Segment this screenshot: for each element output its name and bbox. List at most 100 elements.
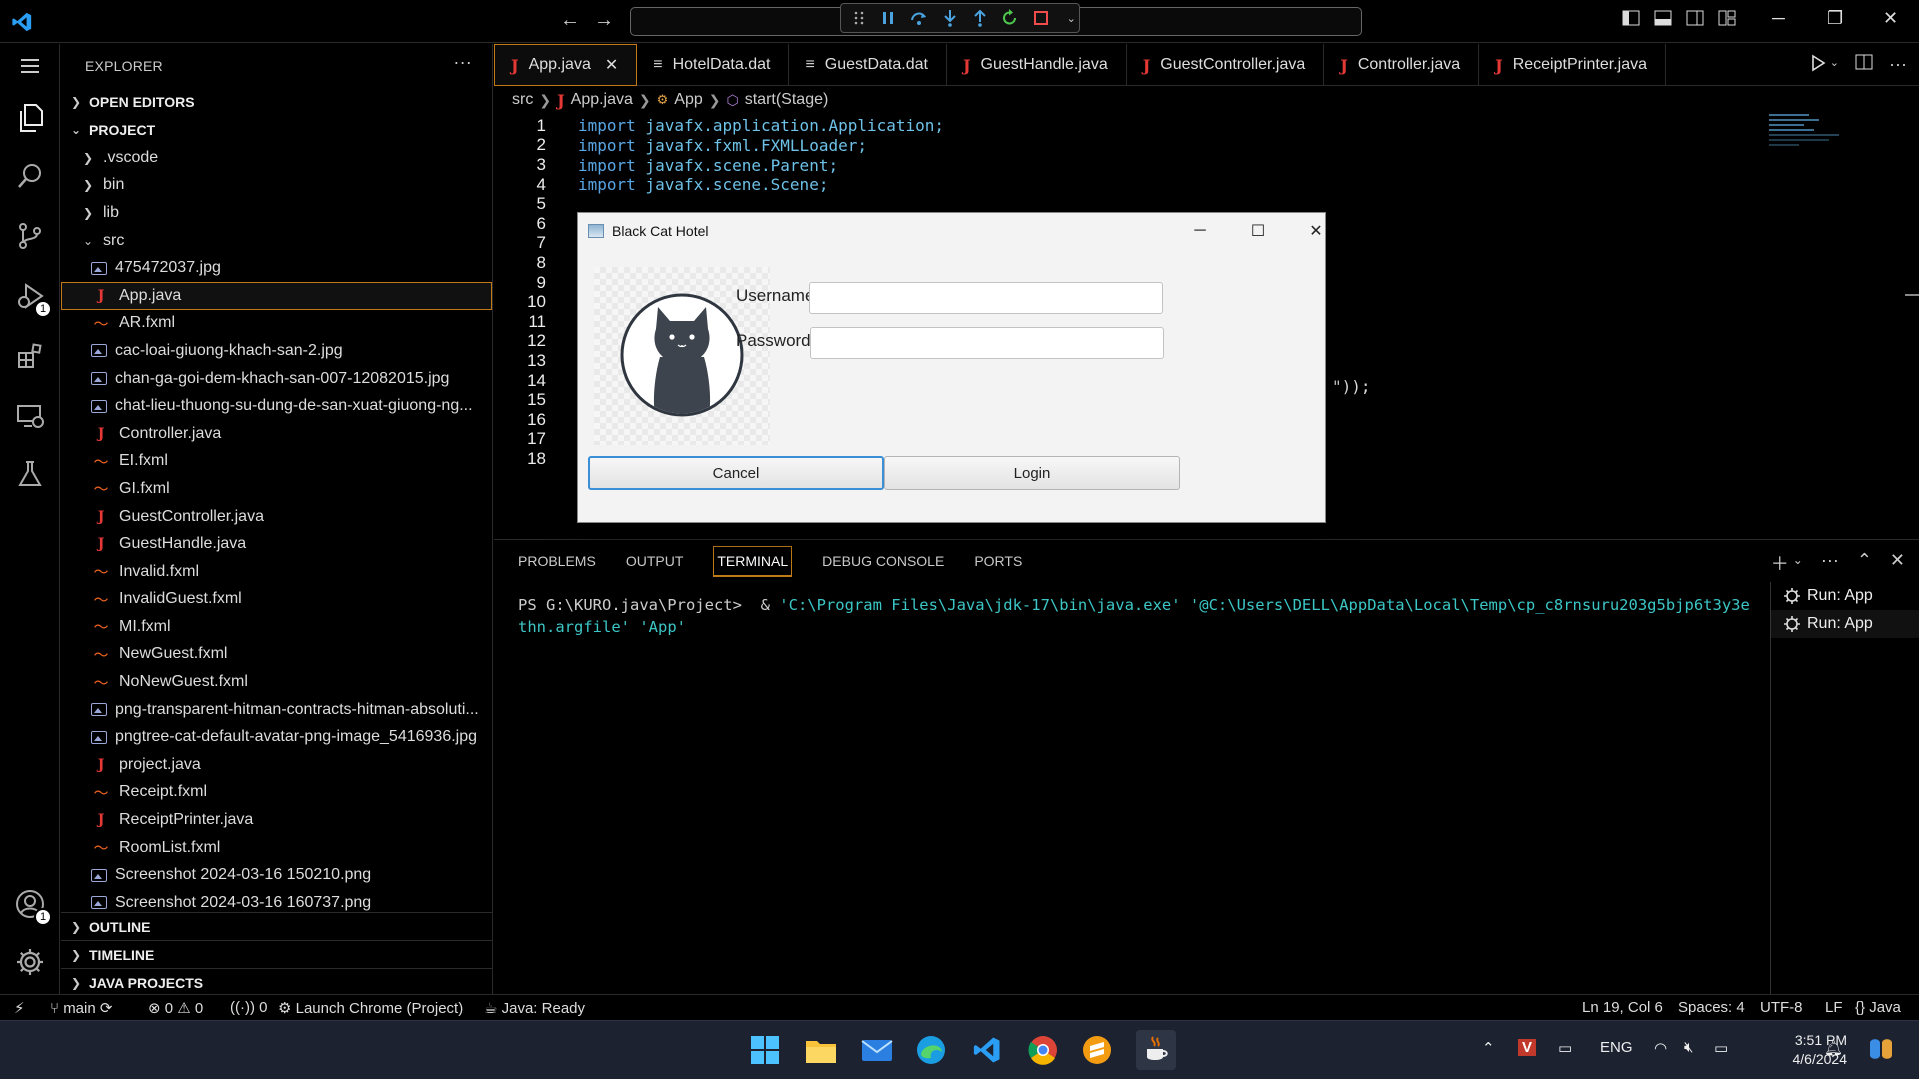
file-item[interactable]: chan-ga-goi-dem-khach-san-007-12082015.j… [61, 365, 492, 393]
toggle-primary-sidebar-icon[interactable] [1622, 10, 1640, 26]
minimize-icon[interactable]: ─ [1772, 8, 1785, 29]
close-tab-icon[interactable]: ✕ [605, 55, 618, 75]
file-item[interactable]: 〜 EI.fxml [61, 448, 492, 476]
file-item[interactable]: 475472037.jpg [61, 254, 492, 282]
language-mode[interactable]: {} Java [1855, 999, 1901, 1016]
run-icon[interactable] [1810, 54, 1826, 72]
copilot-icon[interactable] [1866, 1035, 1896, 1067]
tab-terminal[interactable]: TERMINAL [713, 545, 793, 577]
file-item[interactable]: 〜 GI.fxml [61, 475, 492, 503]
remote-icon[interactable]: ⚡ [14, 999, 25, 1017]
problems-status[interactable]: ⊗ 0 ⚠ 0 [148, 999, 203, 1017]
folder-lib[interactable]: ❯ lib [61, 199, 492, 227]
settings-gear-icon[interactable] [14, 946, 46, 978]
file-item[interactable]: J ReceiptPrinter.java [61, 806, 492, 834]
tab-guestcontroller-java[interactable]: J GuestController.java [1127, 44, 1325, 86]
file-item[interactable]: 〜 Invalid.fxml [61, 558, 492, 586]
file-item[interactable]: 〜 NoNewGuest.fxml [61, 668, 492, 696]
more-actions-icon[interactable]: ··· [453, 52, 472, 73]
customize-layout-icon[interactable] [1718, 10, 1736, 26]
tab-ports[interactable]: PORTS [974, 553, 1022, 569]
timeline-section[interactable]: ❯ TIMELINE [61, 940, 492, 968]
remote-explorer-icon[interactable] [14, 400, 46, 432]
more-actions-icon[interactable]: ··· [1821, 550, 1839, 576]
notification-icon[interactable]: 🔔︎ [1824, 1039, 1843, 1057]
mail-icon[interactable] [860, 1033, 894, 1067]
display-tray-icon[interactable]: ▭ [1558, 1039, 1572, 1057]
username-input[interactable] [809, 282, 1163, 314]
launch-status[interactable]: ⚙ Launch Chrome (Project) [278, 999, 463, 1017]
file-item[interactable]: 〜 Receipt.fxml [61, 779, 492, 807]
chevron-down-icon[interactable]: ⌄ [1793, 553, 1803, 576]
menu-icon[interactable] [14, 50, 46, 82]
toggle-panel-icon[interactable] [1654, 10, 1672, 26]
file-item[interactable]: 〜 InvalidGuest.fxml [61, 586, 492, 614]
volume-muted-icon[interactable]: 🔇︎ [1684, 1039, 1693, 1056]
close-icon[interactable]: ✕ [1883, 8, 1898, 29]
testing-icon[interactable] [14, 458, 46, 490]
file-item[interactable]: pngtree-cat-default-avatar-png-image_541… [61, 723, 492, 751]
run-and-debug-icon[interactable]: 1 [14, 280, 52, 318]
file-item[interactable]: Screenshot 2024-03-16 150210.png [61, 861, 492, 889]
wifi-icon[interactable]: ◠ [1654, 1039, 1667, 1057]
edge-icon[interactable] [914, 1033, 948, 1067]
tab-debug-console[interactable]: DEBUG CONSOLE [822, 553, 944, 569]
start-icon[interactable] [748, 1033, 782, 1067]
split-editor-icon[interactable] [1855, 54, 1873, 70]
end-of-line[interactable]: LF [1825, 999, 1843, 1016]
tab-app-java[interactable]: J App.java ✕ [494, 44, 638, 86]
tab-problems[interactable]: PROBLEMS [518, 553, 596, 569]
file-item[interactable]: png-transparent-hitman-contracts-hitman-… [61, 696, 492, 724]
file-item[interactable]: chat-lieu-thuong-su-dung-de-san-xuat-giu… [61, 392, 492, 420]
java-app-icon[interactable] [1136, 1030, 1176, 1070]
minimap[interactable] [1769, 114, 1859, 174]
more-actions-icon[interactable]: ··· [1889, 54, 1907, 75]
file-item[interactable]: 〜 MI.fxml [61, 613, 492, 641]
file-item[interactable]: J GuestController.java [61, 503, 492, 531]
tab-output[interactable]: OUTPUT [626, 553, 684, 569]
file-item[interactable]: J App.java [61, 281, 492, 310]
encoding[interactable]: UTF-8 [1760, 999, 1803, 1016]
back-arrow-icon[interactable]: ← [560, 9, 580, 32]
tray-chevron-icon[interactable]: ⌃ [1482, 1039, 1495, 1057]
chrome-icon[interactable] [1026, 1033, 1060, 1067]
breadcrumb-method[interactable]: start(Stage) [745, 91, 829, 109]
tab-guesthandle-java[interactable]: J GuestHandle.java [947, 44, 1127, 86]
dialog-minimize-icon[interactable]: ─ [1180, 217, 1220, 245]
terminal-output[interactable]: PS G:\KURO.java\Project> & 'C:\Program F… [518, 594, 1758, 638]
indentation[interactable]: Spaces: 4 [1678, 999, 1745, 1016]
open-editors-section[interactable]: ❯ OPEN EDITORS [61, 88, 492, 116]
drag-handle-icon[interactable] [851, 8, 867, 28]
file-item[interactable]: cac-loai-giuong-khach-san-2.jpg [61, 337, 492, 365]
tab-receiptprinter-java[interactable]: J ReceiptPrinter.java [1479, 44, 1666, 86]
dialog-close-icon[interactable]: ✕ [1296, 217, 1336, 245]
breadcrumb-src[interactable]: src [512, 91, 533, 109]
project-section[interactable]: ⌄ PROJECT [61, 116, 492, 144]
restore-icon[interactable]: ❐ [1827, 8, 1843, 29]
breadcrumb-class[interactable]: App [674, 91, 702, 109]
pause-icon[interactable] [881, 8, 897, 28]
ports-status[interactable]: ((·)) 0 [230, 999, 268, 1016]
file-explorer-icon[interactable] [804, 1033, 838, 1067]
tab-controller-java[interactable]: J Controller.java [1324, 44, 1480, 86]
folder-src[interactable]: ⌄ src [61, 227, 492, 255]
tab-guestdata-dat[interactable]: ≡ GuestData.dat [789, 44, 947, 86]
new-terminal-icon[interactable]: ＋ [1771, 550, 1789, 576]
chevron-down-icon[interactable]: ⌄ [1063, 8, 1079, 28]
stop-icon[interactable] [1033, 8, 1049, 28]
file-item[interactable]: 〜 NewGuest.fxml [61, 641, 492, 669]
login-button[interactable]: Login [884, 456, 1180, 490]
cancel-button[interactable]: Cancel [588, 456, 884, 490]
search-icon[interactable] [14, 160, 46, 192]
file-item[interactable]: 〜 AR.fxml [61, 310, 492, 338]
forward-arrow-icon[interactable]: → [594, 9, 614, 32]
outline-section[interactable]: ❯ OUTLINE [61, 912, 492, 940]
file-item[interactable]: J GuestHandle.java [61, 530, 492, 558]
breadcrumb-file[interactable]: App.java [571, 91, 633, 109]
terminal-item[interactable]: Run: App [1771, 582, 1919, 610]
source-control-icon[interactable] [14, 220, 46, 252]
step-over-icon[interactable] [910, 8, 928, 28]
branch-status[interactable]: ⑂ main ⟳ [50, 999, 112, 1017]
terminal-item[interactable]: Run: App [1771, 610, 1919, 638]
file-item[interactable]: 〜 RoomList.fxml [61, 834, 492, 862]
